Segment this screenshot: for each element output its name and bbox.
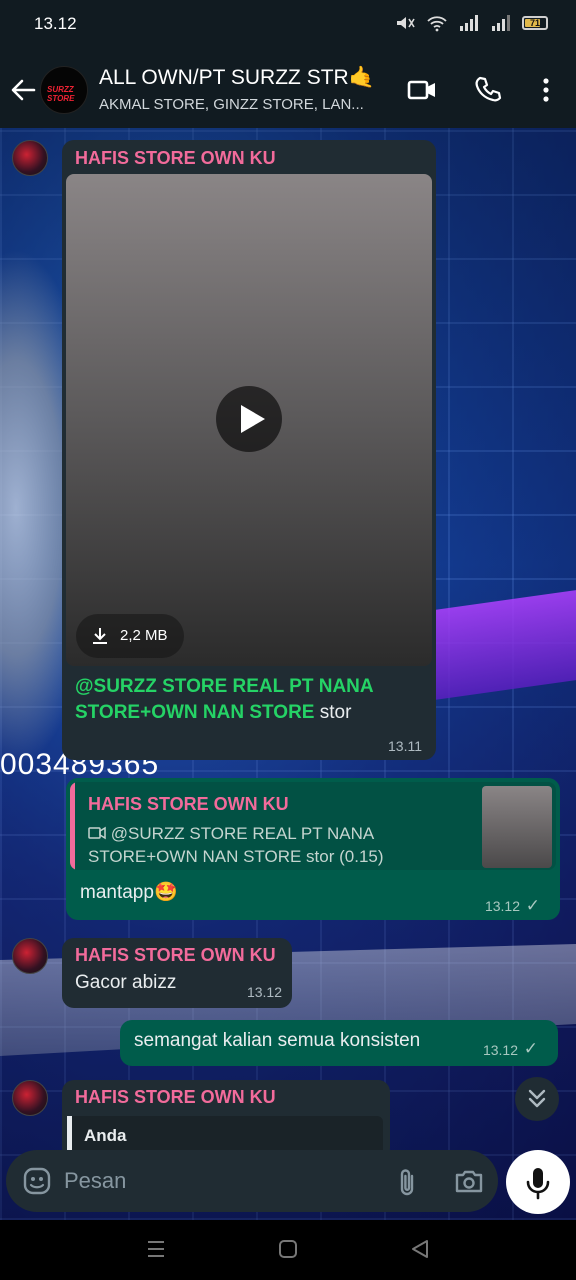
wifi-icon <box>427 16 447 32</box>
quote-bar <box>70 782 75 870</box>
message-video-bubble[interactable]: HAFIS STORE OWN KU 2,2 MB @SURZZ STORE R… <box>62 140 436 760</box>
message-time: 13.12 <box>484 898 520 914</box>
message-partial-bubble[interactable]: HAFIS STORE OWN KU Anda <box>62 1080 390 1160</box>
message-text: Gacor abizz <box>75 972 177 993</box>
quote-thumbnail <box>482 786 552 868</box>
attach-icon[interactable] <box>392 1166 422 1198</box>
message-reply-bubble[interactable]: HAFIS STORE OWN KU @SURZZ STORE REAL PT … <box>66 778 560 920</box>
sent-tick-icon: ✓ <box>523 1039 538 1058</box>
quote-text-wrap: @SURZZ STORE REAL PT NANA STORE+OWN NAN … <box>88 822 468 868</box>
wallpaper-stripe <box>420 583 576 703</box>
group-members[interactable]: AKMAL STORE, GINZZ STORE, LAN... <box>99 96 364 113</box>
chat-header: SURZZ STORE ALL OWN/PT SURZZ STR🤙 AKMAL … <box>0 50 576 128</box>
battery-icon: 71 <box>522 16 548 30</box>
message-text-bubble[interactable]: semangat kalian semua konsisten 13.12 ✓ <box>120 1020 558 1066</box>
play-icon[interactable] <box>216 386 282 452</box>
sender-name[interactable]: HAFIS STORE OWN KU <box>75 148 276 169</box>
message-time: 13.12 <box>246 984 282 1000</box>
quoted-message[interactable]: HAFIS STORE OWN KU @SURZZ STORE REAL PT … <box>70 782 556 870</box>
quote-sender: HAFIS STORE OWN KU <box>88 794 289 814</box>
sender-avatar[interactable] <box>12 1080 48 1116</box>
download-icon <box>93 628 107 644</box>
group-title[interactable]: ALL OWN/PT SURZZ STR🤙 <box>99 66 375 90</box>
status-time: 13.12 <box>34 14 77 33</box>
download-button[interactable]: 2,2 MB <box>76 614 184 658</box>
system-nav-bar <box>0 1220 576 1280</box>
message-composer <box>6 1150 498 1212</box>
phone-icon[interactable] <box>472 74 504 106</box>
chat-area[interactable]: 003489365 HAFIS STORE OWN KU 2,2 MB @SUR… <box>0 128 576 1220</box>
recents-icon[interactable] <box>146 1238 166 1260</box>
home-icon[interactable] <box>278 1238 298 1260</box>
avatar-logo-text: SURZZ STORE <box>47 85 75 103</box>
sent-tick-icon: ✓ <box>525 896 540 915</box>
status-bar: 13.12 71 <box>0 0 576 50</box>
mic-icon <box>526 1168 550 1200</box>
status-icons: 71 <box>394 14 548 32</box>
message-text: semangat kalian semua konsisten <box>134 1030 421 1051</box>
sender-avatar[interactable] <box>12 938 48 974</box>
signal-icon <box>460 15 478 31</box>
sender-name[interactable]: HAFIS STORE OWN KU <box>75 945 276 966</box>
back-arrow-icon[interactable] <box>8 76 38 104</box>
message-input[interactable] <box>64 1162 364 1200</box>
sender-avatar[interactable] <box>12 140 48 176</box>
more-vert-icon[interactable] <box>530 74 562 106</box>
quote-sender: Anda <box>84 1126 127 1145</box>
mute-icon <box>397 17 415 29</box>
video-thumbnail[interactable]: 2,2 MB <box>66 174 432 666</box>
message-text: mantapp🤩 <box>80 882 178 903</box>
group-avatar[interactable]: SURZZ STORE <box>40 66 88 114</box>
back-nav-icon[interactable] <box>410 1238 430 1260</box>
chevron-double-down-icon <box>528 1089 546 1108</box>
emoji-icon[interactable] <box>22 1166 52 1196</box>
video-call-icon[interactable] <box>406 74 438 106</box>
scroll-down-button[interactable] <box>515 1077 559 1121</box>
message-time: 13.12 <box>482 1042 518 1058</box>
quote-text: @SURZZ STORE REAL PT NANA STORE+OWN NAN … <box>88 824 384 866</box>
message-time: 13.11 <box>388 738 422 754</box>
mic-button[interactable] <box>506 1150 570 1214</box>
signal-icon-2 <box>492 15 510 31</box>
caption-text: stor <box>314 702 352 723</box>
file-size: 2,2 MB <box>120 627 168 644</box>
video-small-icon <box>88 826 106 840</box>
message-text-bubble[interactable]: HAFIS STORE OWN KU Gacor abizz 13.12 <box>62 938 292 1008</box>
video-caption: @SURZZ STORE REAL PT NANA STORE+OWN NAN … <box>75 674 425 726</box>
camera-icon[interactable] <box>454 1166 484 1196</box>
sender-name[interactable]: HAFIS STORE OWN KU <box>75 1087 276 1108</box>
